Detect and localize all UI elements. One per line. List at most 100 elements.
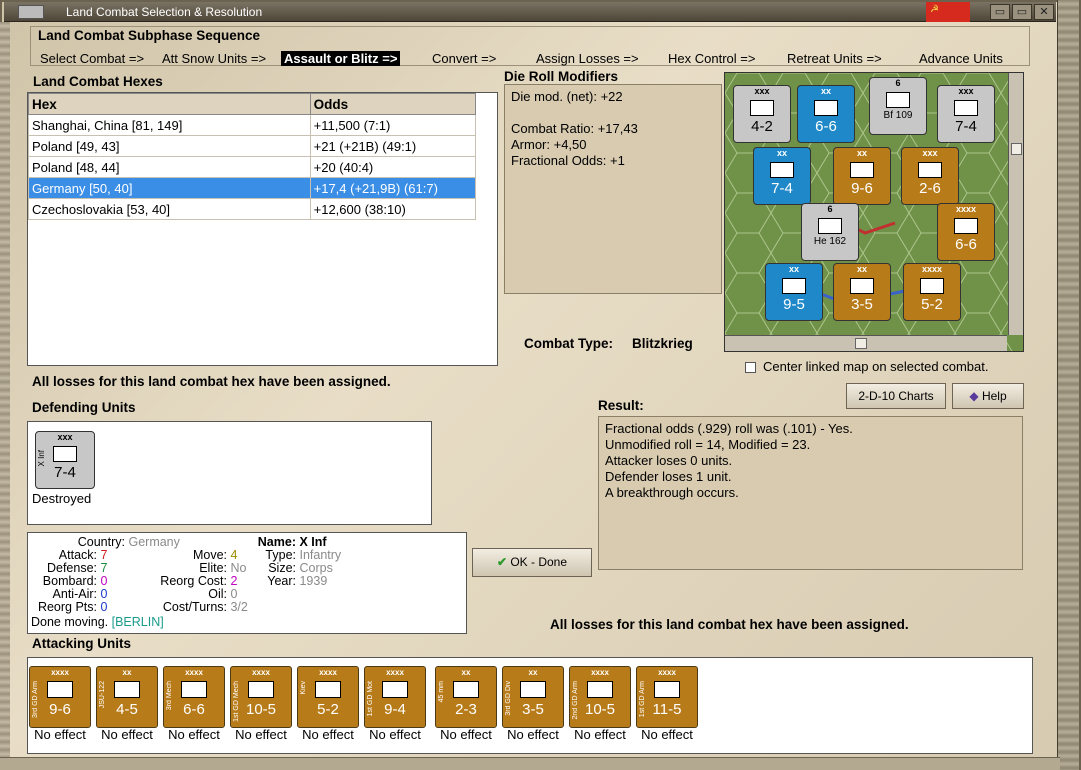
odds-cell: +21 (+21B) (49:1) xyxy=(309,135,477,157)
attacking-unit-counter[interactable]: xxxx 10-5 2nd GD Arm xyxy=(569,666,631,728)
reorg-label: Reorg Pts: xyxy=(37,600,97,614)
linked-map[interactable]: xxx 4-2 xx 6-6 6 Bf 109 xxx 7-4 xx 7-4 xx 9-6 … xyxy=(724,72,1024,352)
map-counter[interactable]: xxxx 5-2 xyxy=(903,263,961,321)
type-value: Infantry xyxy=(299,548,342,562)
attacking-unit-counter[interactable]: xx 4-5 JSU-122 xyxy=(96,666,158,728)
infantry-symbol-icon xyxy=(520,681,546,698)
attacking-unit-counter[interactable]: xx 3-5 3rd GD Div xyxy=(502,666,564,728)
step-hex-control[interactable]: Hex Control => xyxy=(668,51,755,66)
step-retreat[interactable]: Retreat Units => xyxy=(787,51,882,66)
counter-size: xx xyxy=(461,668,471,677)
counter-name: 1st GD Arm xyxy=(639,681,646,718)
country-value: Germany xyxy=(128,535,180,549)
defending-unit-counter[interactable]: xxx 7-4 X Inf xyxy=(35,431,95,489)
result-heading: Result: xyxy=(598,398,644,413)
table-row-selected[interactable]: Germany [50, 40] +17,4 (+21,9B) (61:7) xyxy=(28,177,477,199)
reorg-value: 0 xyxy=(100,600,108,614)
map-counter[interactable]: 6 Bf 109 xyxy=(869,77,927,135)
oil-value: 0 xyxy=(230,587,238,601)
defending-heading: Defending Units xyxy=(32,400,136,415)
counter-size: xxxx xyxy=(386,668,404,677)
map-counter[interactable]: 6 He 162 xyxy=(801,203,859,261)
map-counter[interactable]: xxx 4-2 xyxy=(733,85,791,143)
center-map-checkbox[interactable] xyxy=(745,362,756,373)
hexes-table[interactable]: Hex Odds Shanghai, China [81, 149] +11,5… xyxy=(27,92,498,366)
step-att-snow[interactable]: Att Snow Units => xyxy=(162,51,266,66)
window-menu-icon[interactable] xyxy=(18,5,44,19)
counter-name: 1st GD Mot xyxy=(367,681,374,717)
help-button[interactable]: ◆ Help xyxy=(952,383,1024,409)
map-counter[interactable]: xx 6-6 xyxy=(797,85,855,143)
counter-size: xxx xyxy=(57,432,73,442)
attacking-unit-counter[interactable]: xxxx 9-6 3rd GD Arm xyxy=(29,666,91,728)
restore-button[interactable]: ▭ xyxy=(1012,4,1032,20)
counter-value: 7-4 xyxy=(54,464,76,481)
counter-value: 7-4 xyxy=(955,118,977,135)
counter-size: xx xyxy=(788,264,799,274)
attacking-unit-counter[interactable]: xxxx 6-6 3rd Mech xyxy=(163,666,225,728)
map-vertical-scrollbar[interactable] xyxy=(1008,73,1023,335)
attacking-unit-counter[interactable]: xx 2-3 45 mm xyxy=(435,666,497,728)
attack-effect: No effect xyxy=(574,727,626,742)
counter-size: xxxx xyxy=(51,668,69,677)
result-panel: Fractional odds (.929) roll was (.101) -… xyxy=(598,416,1023,570)
step-assault-blitz[interactable]: Assault or Blitz => xyxy=(281,51,401,66)
mech-symbol-icon xyxy=(248,681,274,698)
map-horizontal-scrollbar[interactable] xyxy=(725,335,1007,351)
column-odds[interactable]: Odds xyxy=(309,93,477,115)
odds-cell: +11,500 (7:1) xyxy=(309,114,477,136)
counter-value: 9-5 xyxy=(783,296,805,313)
title-bar: Land Combat Selection & Resolution ☭ ▭ ▭… xyxy=(4,2,1056,22)
step-advance[interactable]: Advance Units xyxy=(919,51,1003,66)
map-counter[interactable]: xxx 2-6 xyxy=(901,147,959,205)
counter-size: xxxx xyxy=(921,264,943,274)
counter-value: 5-2 xyxy=(921,296,943,313)
counter-value: 2-6 xyxy=(919,180,941,197)
reorgcost-value: 2 xyxy=(230,574,238,588)
attack-effect: No effect xyxy=(101,727,153,742)
attacking-unit-counter[interactable]: xxxx 5-2 Kiev xyxy=(297,666,359,728)
soviet-flag-icon: ☭ xyxy=(926,2,970,22)
table-row[interactable]: Poland [48, 44] +20 (40:4) xyxy=(28,156,477,178)
infantry-symbol-icon xyxy=(53,446,77,462)
counter-size: xx xyxy=(856,148,867,158)
ok-done-button[interactable]: ✔ OK - Done xyxy=(472,548,592,577)
map-counter[interactable]: xxxx 6-6 xyxy=(937,203,995,261)
counter-size: xxxx xyxy=(252,668,270,677)
help-book-icon: ◆ xyxy=(969,389,982,403)
counter-value: Bf 109 xyxy=(883,110,913,121)
counter-size: xx xyxy=(776,148,787,158)
close-button[interactable]: ✕ xyxy=(1034,4,1054,20)
attack-effect: No effect xyxy=(34,727,86,742)
map-counter[interactable]: xx 9-6 xyxy=(833,147,891,205)
table-row[interactable]: Czechoslovakia [53, 40] +12,600 (38:10) xyxy=(28,198,477,220)
counter-size: xxxx xyxy=(658,668,676,677)
table-row[interactable]: Poland [49, 43] +21 (+21B) (49:1) xyxy=(28,135,477,157)
counter-size: xx xyxy=(856,264,867,274)
type-label: Type: xyxy=(265,548,296,562)
counter-size: 6 xyxy=(895,78,901,88)
attacking-unit-counter[interactable]: xxxx 9-4 1st GD Mot xyxy=(364,666,426,728)
map-counter[interactable]: xx 3-5 xyxy=(833,263,891,321)
step-assign-losses[interactable]: Assign Losses => xyxy=(536,51,639,66)
map-hscroll-thumb[interactable] xyxy=(855,338,867,349)
unit-symbol-icon xyxy=(918,162,942,178)
name-label: Name: xyxy=(257,535,296,549)
minimize-button[interactable]: ▭ xyxy=(990,4,1010,20)
odds-cell: +20 (40:4) xyxy=(309,156,477,178)
attacking-unit-counter[interactable]: xxxx 11-5 1st GD Arm xyxy=(636,666,698,728)
left-border xyxy=(0,22,10,770)
map-counter[interactable]: xx 9-5 xyxy=(765,263,823,321)
map-counter[interactable]: xx 7-4 xyxy=(753,147,811,205)
map-counter[interactable]: xxx 7-4 xyxy=(937,85,995,143)
step-convert[interactable]: Convert => xyxy=(432,51,496,66)
map-vscroll-thumb[interactable] xyxy=(1011,143,1022,155)
modifier-line: Fractional Odds: +1 xyxy=(511,153,625,168)
attacking-unit-counter[interactable]: xxxx 10-5 1st GD Mech xyxy=(230,666,292,728)
elite-label: Elite: xyxy=(199,561,227,575)
charts-button[interactable]: 2-D-10 Charts xyxy=(846,383,946,409)
step-select-combat[interactable]: Select Combat => xyxy=(40,51,144,66)
table-row[interactable]: Shanghai, China [81, 149] +11,500 (7:1) xyxy=(28,114,477,136)
artillery-symbol-icon xyxy=(114,681,140,698)
column-hex[interactable]: Hex xyxy=(28,93,311,115)
